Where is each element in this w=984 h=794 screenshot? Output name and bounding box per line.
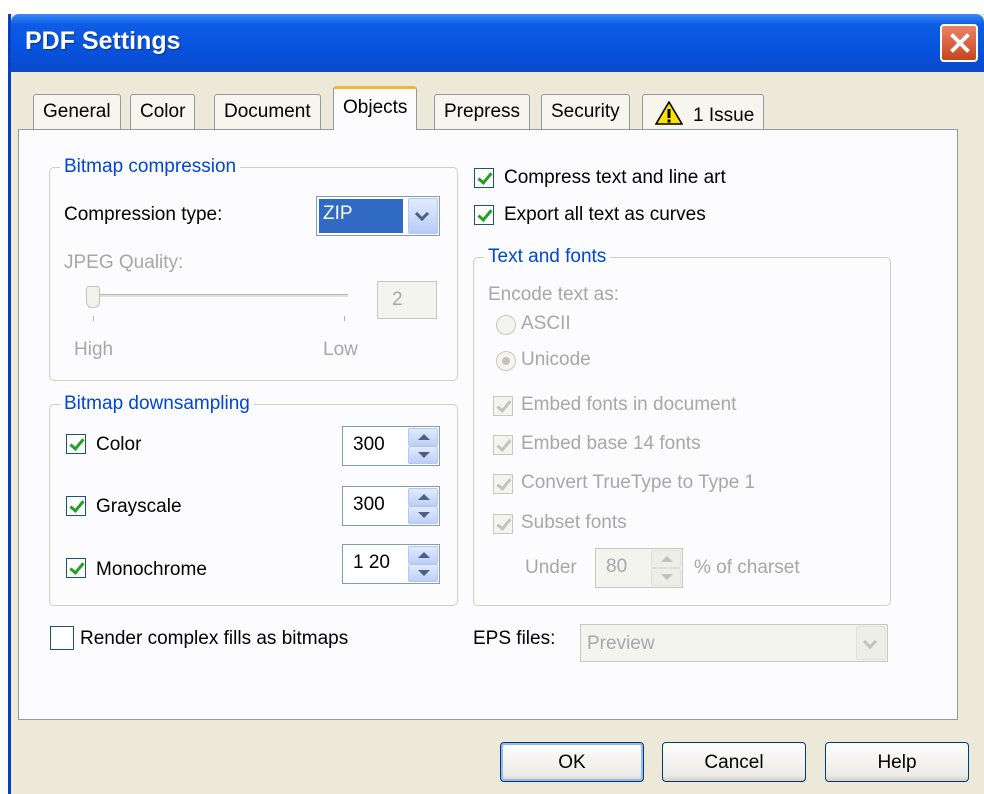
spin-down-icon[interactable] bbox=[408, 506, 438, 524]
convert-truetype-label: Convert TrueType to Type 1 bbox=[521, 472, 756, 493]
eps-files-label: EPS files: bbox=[473, 628, 556, 649]
render-fills-checkbox[interactable] bbox=[50, 626, 74, 650]
compression-type-value: ZIP bbox=[319, 199, 403, 233]
jpeg-quality-value: 2 bbox=[392, 289, 403, 310]
eps-files-dropdown-button[interactable] bbox=[856, 626, 886, 660]
embed-base14-checkbox[interactable] bbox=[493, 435, 513, 455]
jpeg-quality-slider-thumb[interactable] bbox=[86, 286, 100, 308]
render-fills-label: Render complex fills as bitmaps bbox=[80, 628, 349, 649]
slider-high-label: High bbox=[74, 339, 114, 360]
compression-type-label: Compression type: bbox=[64, 204, 223, 225]
grayscale-downsample-label: Grayscale bbox=[96, 496, 182, 517]
ok-button[interactable]: OK bbox=[500, 742, 644, 782]
ascii-radio[interactable] bbox=[496, 315, 516, 335]
spin-up-icon[interactable] bbox=[408, 428, 438, 446]
under-label: Under bbox=[525, 557, 577, 578]
compression-type-dropdown-button[interactable] bbox=[408, 198, 438, 234]
slider-tick bbox=[93, 316, 94, 321]
help-button[interactable]: Help bbox=[825, 742, 969, 782]
chevron-down-icon bbox=[414, 206, 430, 222]
encode-text-label: Encode text as: bbox=[488, 284, 619, 305]
grayscale-dpi-value: 300 bbox=[353, 494, 385, 515]
eps-files-select[interactable]: Preview bbox=[580, 624, 888, 662]
monochrome-downsample-checkbox[interactable] bbox=[66, 558, 86, 578]
cancel-button[interactable]: Cancel bbox=[662, 742, 806, 782]
spin-up-icon[interactable] bbox=[408, 546, 438, 564]
grayscale-dpi-stepper[interactable]: 300 bbox=[342, 486, 440, 526]
export-curves-checkbox[interactable] bbox=[474, 205, 494, 225]
embed-base14-label: Embed base 14 fonts bbox=[521, 433, 701, 454]
spin-up-icon[interactable] bbox=[408, 488, 438, 506]
slider-low-label: Low bbox=[323, 339, 358, 360]
monochrome-downsample-label: Monochrome bbox=[96, 559, 207, 580]
jpeg-quality-label: JPEG Quality: bbox=[64, 252, 184, 273]
export-curves-label: Export all text as curves bbox=[504, 204, 706, 225]
spin-down-icon[interactable] bbox=[651, 568, 681, 586]
color-downsample-label: Color bbox=[96, 434, 142, 455]
text-and-fonts-legend: Text and fonts bbox=[488, 246, 607, 267]
compress-text-label: Compress text and line art bbox=[504, 167, 726, 188]
subset-threshold-stepper[interactable]: 80 bbox=[595, 548, 683, 588]
unicode-label: Unicode bbox=[521, 349, 591, 370]
unicode-radio[interactable] bbox=[496, 351, 516, 371]
grayscale-downsample-checkbox[interactable] bbox=[66, 496, 86, 516]
ascii-label: ASCII bbox=[521, 313, 571, 334]
subset-fonts-checkbox[interactable] bbox=[493, 514, 513, 534]
monochrome-dpi-stepper[interactable]: 1 20 bbox=[342, 544, 440, 584]
eps-files-value: Preview bbox=[587, 633, 655, 654]
spin-down-icon[interactable] bbox=[408, 446, 438, 464]
color-dpi-stepper[interactable]: 300 bbox=[342, 426, 440, 466]
bitmap-compression-legend: Bitmap compression bbox=[64, 156, 237, 177]
bitmap-downsampling-legend: Bitmap downsampling bbox=[64, 393, 250, 414]
convert-truetype-checkbox[interactable] bbox=[493, 474, 513, 494]
compression-type-select[interactable]: ZIP bbox=[316, 196, 440, 236]
spin-down-icon[interactable] bbox=[408, 564, 438, 582]
chevron-down-icon bbox=[862, 634, 878, 650]
color-dpi-value: 300 bbox=[353, 434, 385, 455]
slider-tick bbox=[344, 316, 345, 321]
embed-fonts-label: Embed fonts in document bbox=[521, 394, 737, 415]
jpeg-quality-field[interactable]: 2 bbox=[377, 281, 437, 319]
spin-up-icon[interactable] bbox=[651, 550, 681, 568]
subset-threshold-value: 80 bbox=[606, 556, 628, 577]
monochrome-dpi-value: 1 20 bbox=[353, 552, 390, 573]
jpeg-quality-slider-track[interactable] bbox=[88, 294, 348, 298]
compress-text-checkbox[interactable] bbox=[474, 168, 494, 188]
subset-fonts-label: Subset fonts bbox=[521, 512, 627, 533]
embed-fonts-checkbox[interactable] bbox=[493, 396, 513, 416]
color-downsample-checkbox[interactable] bbox=[66, 434, 86, 454]
charset-label: % of charset bbox=[694, 557, 800, 578]
